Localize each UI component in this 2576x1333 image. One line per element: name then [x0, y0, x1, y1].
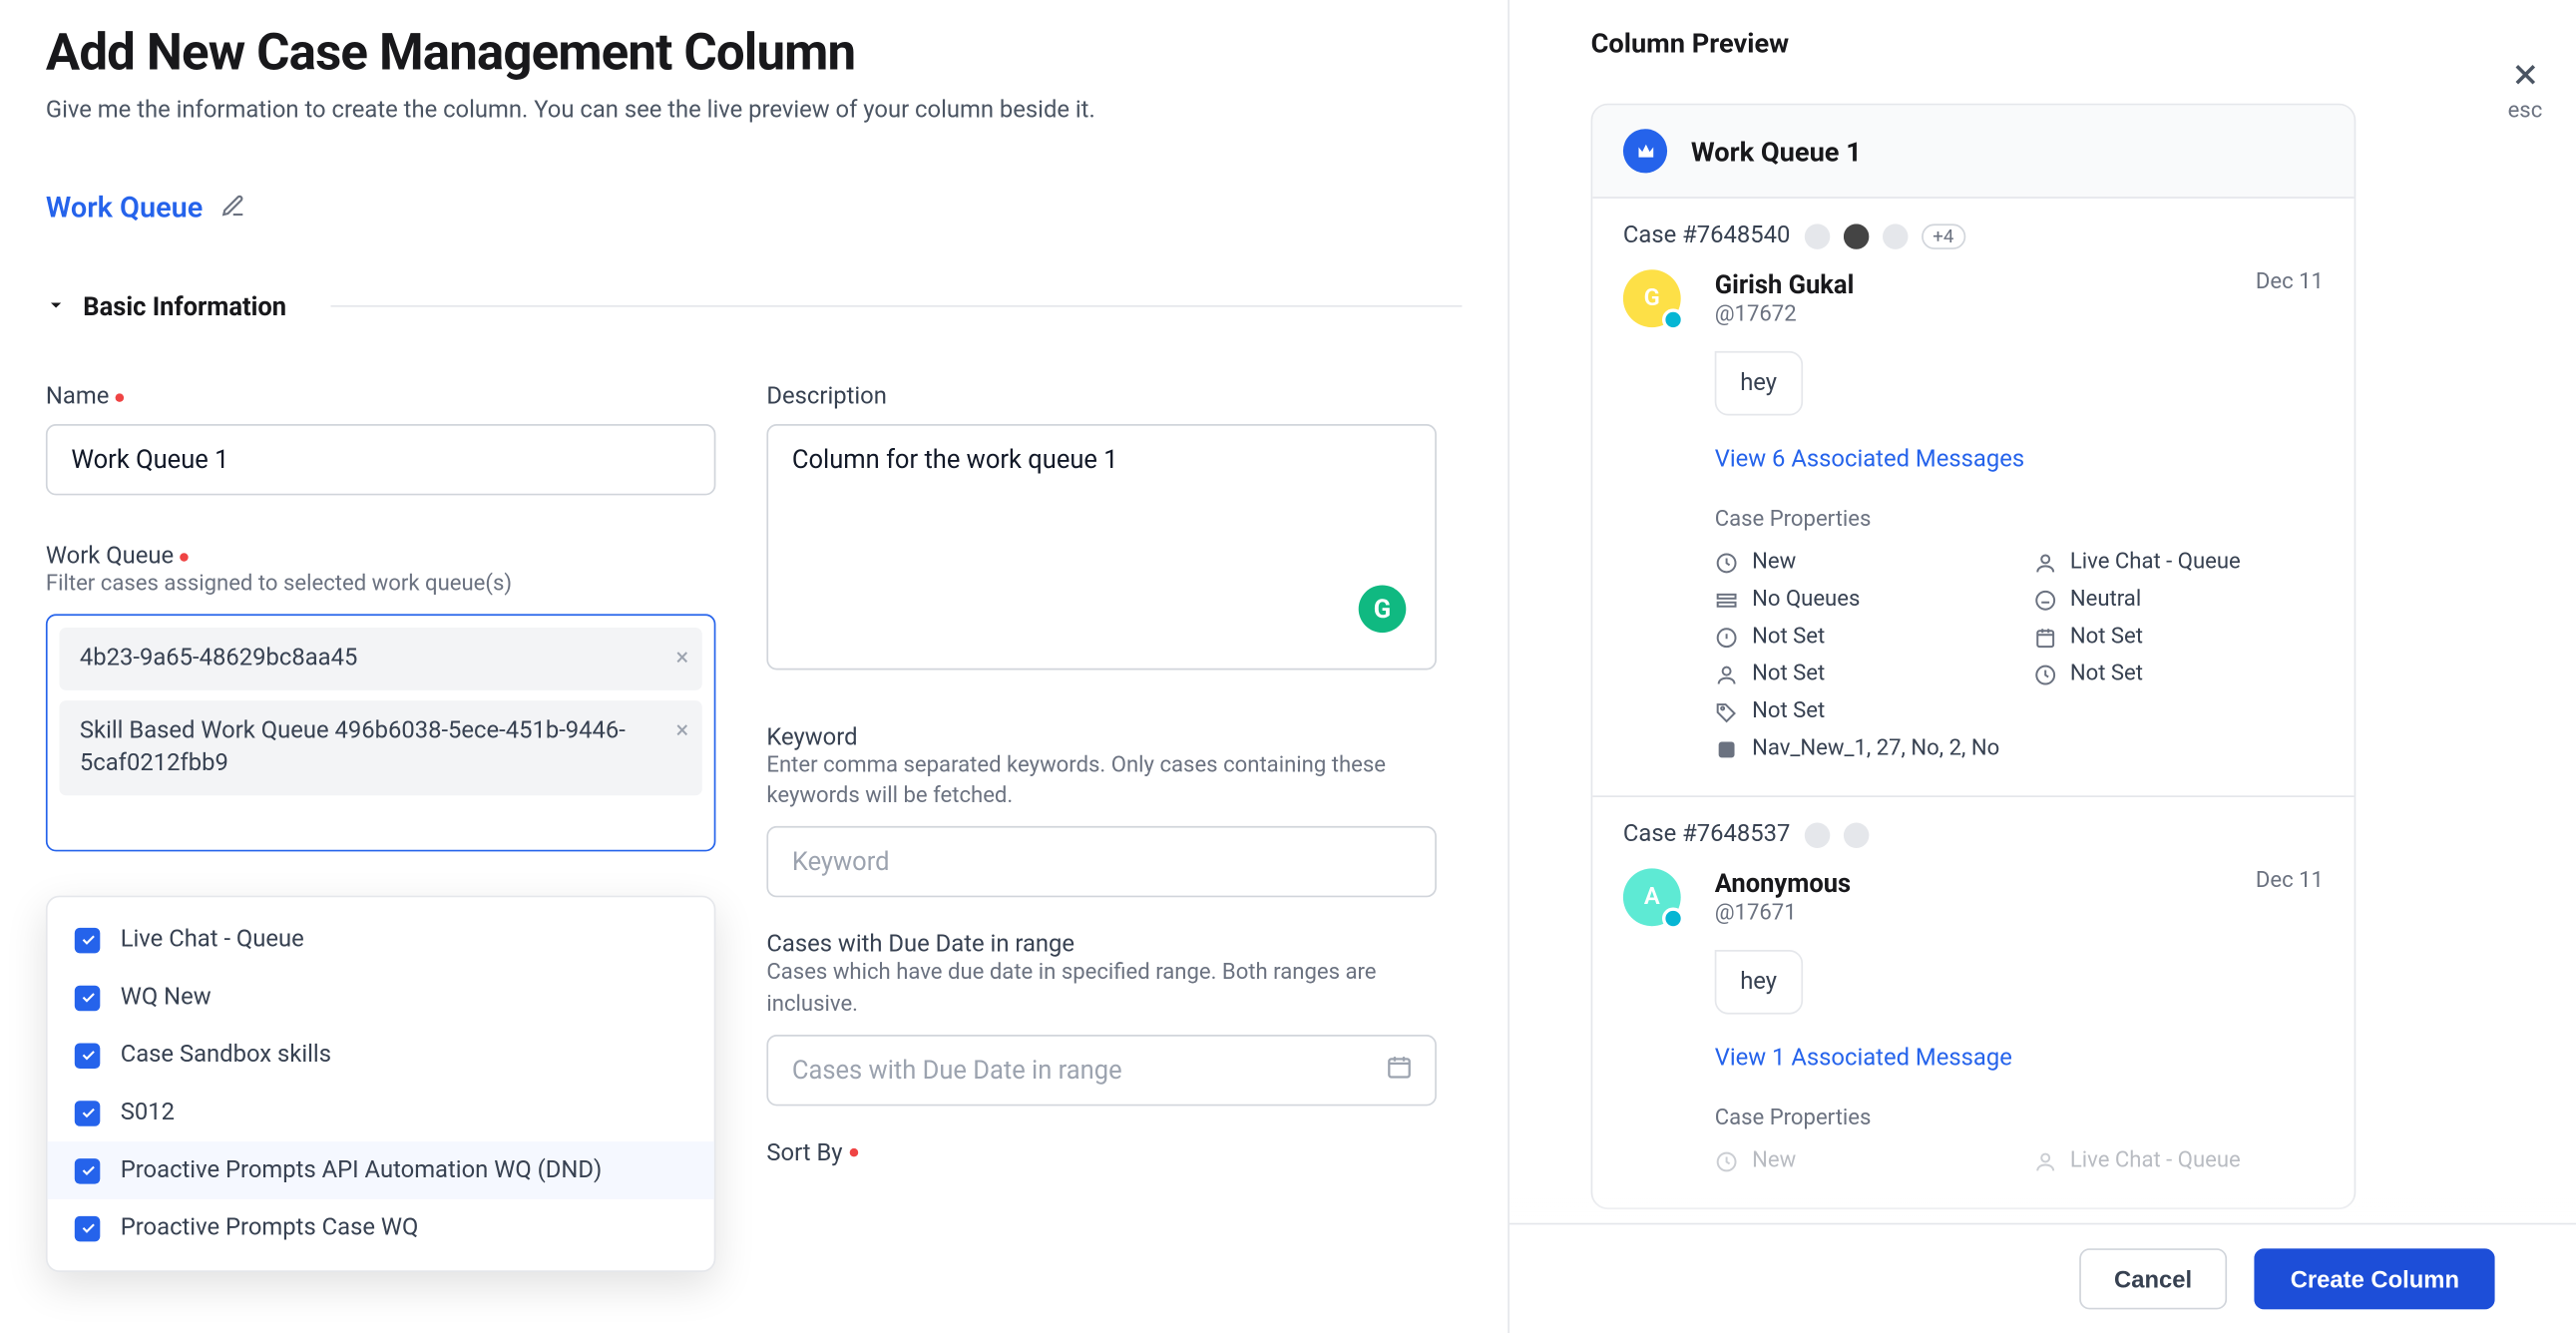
- column-icon: [1623, 129, 1667, 173]
- contact-handle: @17672: [1715, 302, 1855, 328]
- prop-status: New: [1715, 550, 2006, 576]
- dropdown-option[interactable]: S012: [48, 1084, 714, 1141]
- dropdown-option[interactable]: Proactive Prompts API Automation WQ (DND…: [48, 1141, 714, 1199]
- contact-handle: @17671: [1715, 901, 1851, 927]
- avatar-icon: [1804, 822, 1830, 848]
- contact-name: Girish Gukal: [1715, 269, 1855, 300]
- dropdown-option[interactable]: Live Chat - Queue: [48, 911, 714, 969]
- dropdown-option[interactable]: Proactive Prompts Case WQ: [48, 1199, 714, 1257]
- work-queue-chip: Skill Based Work Queue 496b6038-5ece-451…: [60, 700, 702, 795]
- contact-name: Anonymous: [1715, 868, 1851, 899]
- avatar-icon: [1804, 223, 1830, 249]
- name-label: Name: [46, 383, 716, 410]
- description-label: Description: [766, 383, 1437, 410]
- work-queue-label: Work Queue: [46, 543, 716, 570]
- chip-remove-icon[interactable]: ×: [675, 716, 688, 748]
- case-properties-label: Case Properties: [1715, 507, 2324, 532]
- prop-item: Not Set: [1715, 662, 2006, 687]
- checkbox-checked-icon: [75, 1043, 101, 1069]
- case-date: Dec 11: [2256, 269, 2324, 295]
- avatar-icon: [1882, 223, 1908, 249]
- dropdown-option-label: WQ New: [121, 984, 212, 1011]
- case-card[interactable]: Case #7648540 +4 G Girish Gukal: [1592, 199, 2354, 797]
- page-subtitle: Give me the information to create the co…: [46, 97, 1463, 124]
- footer-bar: Cancel Create Column: [1509, 1223, 2576, 1333]
- prop-queues: No Queues: [1715, 587, 2006, 613]
- prop-item: Not Set: [2032, 625, 2324, 651]
- required-dot: [181, 552, 190, 561]
- keyword-input[interactable]: [766, 827, 1437, 898]
- dropdown-option[interactable]: WQ New: [48, 969, 714, 1027]
- prop-sentiment: Neutral: [2032, 587, 2324, 613]
- checkbox-checked-icon: [75, 985, 101, 1011]
- edit-icon[interactable]: [219, 193, 245, 224]
- prop-channel: Live Chat - Queue: [2032, 550, 2324, 576]
- divider: [330, 305, 1462, 307]
- avatar-icon: [1843, 223, 1869, 249]
- description-textarea[interactable]: Column for the work queue 1: [766, 424, 1437, 670]
- column-name: Work Queue 1: [1691, 135, 1862, 167]
- dropdown-option-label: S012: [121, 1100, 175, 1126]
- chip-remove-icon[interactable]: ×: [675, 644, 688, 675]
- close-icon: [2508, 58, 2543, 99]
- page-title: Add New Case Management Column: [46, 24, 1463, 84]
- due-date-help: Cases which have due date in specified r…: [766, 959, 1437, 1021]
- dropdown-option-label: Proactive Prompts API Automation WQ (DND…: [121, 1156, 603, 1183]
- section-title: Basic Information: [83, 291, 286, 322]
- case-date: Dec 11: [2256, 868, 2324, 894]
- work-queue-help: Filter cases assigned to selected work q…: [46, 570, 716, 601]
- create-column-button[interactable]: Create Column: [2255, 1248, 2495, 1309]
- calendar-icon[interactable]: [1386, 1053, 1413, 1087]
- name-input[interactable]: [46, 424, 716, 495]
- dropdown-option-label: Live Chat - Queue: [121, 926, 304, 953]
- dropdown-option[interactable]: Case Sandbox skills: [48, 1027, 714, 1085]
- message-bubble: hey: [1715, 950, 1803, 1015]
- case-card[interactable]: Case #7648537 A Anonymous @17671: [1592, 797, 2354, 1207]
- prop-channel: Live Chat - Queue: [2032, 1148, 2324, 1174]
- status-dot-icon: [1662, 308, 1684, 330]
- section-basic-info[interactable]: Basic Information: [46, 290, 1463, 322]
- case-number: Case #7648537: [1623, 821, 1791, 848]
- required-dot: [116, 393, 125, 402]
- checkbox-checked-icon: [75, 1215, 101, 1241]
- prop-item: Not Set: [2032, 662, 2324, 687]
- chevron-down-icon: [46, 290, 66, 322]
- associated-messages-link[interactable]: View 1 Associated Message: [1715, 1045, 2324, 1072]
- column-preview: Work Queue 1 Case #7648540 +4 G: [1591, 104, 2357, 1209]
- sort-by-label: Sort By: [766, 1139, 1437, 1166]
- status-dot-icon: [1662, 908, 1684, 930]
- user-avatar: G: [1623, 269, 1681, 327]
- work-queue-chip: 4b23-9a65-48629bc8aa45 ×: [60, 628, 702, 690]
- case-tags: Nav_New_1, 27, No, 2, No: [1715, 736, 2324, 762]
- required-dot: [849, 1148, 858, 1157]
- grammarly-icon[interactable]: G: [1359, 586, 1407, 634]
- checkbox-checked-icon: [75, 1100, 101, 1125]
- checkbox-checked-icon: [75, 927, 101, 953]
- close-button[interactable]: esc: [2508, 58, 2543, 124]
- user-avatar: A: [1623, 868, 1681, 926]
- due-date-label: Cases with Due Date in range: [766, 932, 1437, 959]
- associated-messages-link[interactable]: View 6 Associated Messages: [1715, 446, 2324, 473]
- case-number: Case #7648540: [1623, 222, 1791, 249]
- avatar-overflow-count: +4: [1921, 223, 1965, 249]
- work-queue-link[interactable]: Work Queue: [46, 192, 203, 225]
- prop-item: Not Set: [1715, 698, 2006, 724]
- checkbox-checked-icon: [75, 1157, 101, 1183]
- preview-title: Column Preview: [1591, 27, 2529, 59]
- work-queue-dropdown: Live Chat - Queue WQ New Case Sandbox sk…: [46, 896, 716, 1272]
- dropdown-option-label: Case Sandbox skills: [121, 1042, 331, 1069]
- dropdown-option-label: Proactive Prompts Case WQ: [121, 1214, 419, 1241]
- due-date-input[interactable]: [766, 1035, 1437, 1106]
- case-properties-label: Case Properties: [1715, 1106, 2324, 1131]
- work-queue-multiselect[interactable]: 4b23-9a65-48629bc8aa45 × Skill Based Wor…: [46, 615, 716, 852]
- prop-status: New: [1715, 1148, 2006, 1174]
- keyword-label: Keyword: [766, 724, 1437, 751]
- keyword-help: Enter comma separated keywords. Only cas…: [766, 751, 1437, 813]
- message-bubble: hey: [1715, 351, 1803, 416]
- cancel-button[interactable]: Cancel: [2078, 1248, 2227, 1309]
- avatar-icon: [1843, 822, 1869, 848]
- close-esc-label: esc: [2508, 99, 2543, 125]
- prop-item: Not Set: [1715, 625, 2006, 651]
